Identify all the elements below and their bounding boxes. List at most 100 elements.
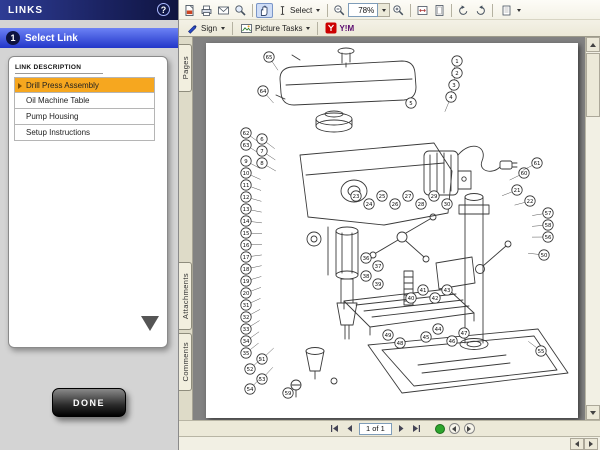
email-button[interactable]	[215, 3, 232, 18]
zoom-out-button[interactable]	[331, 3, 348, 18]
svg-text:65: 65	[266, 55, 273, 61]
next-page-icon	[396, 423, 407, 434]
print-button[interactable]	[198, 3, 215, 18]
more-tools-button[interactable]	[496, 3, 525, 18]
zoom-level-dropdown-button[interactable]	[378, 3, 390, 17]
drill-press-exploded-diagram: 6512346456263678910111213141516171819203…	[206, 43, 578, 418]
svg-text:55: 55	[538, 349, 545, 355]
sign-button[interactable]: Sign	[182, 21, 229, 36]
link-list-header: LINK DESCRIPTION	[15, 64, 103, 74]
svg-text:26: 26	[392, 202, 399, 208]
svg-text:48: 48	[397, 341, 404, 347]
svg-text:63: 63	[243, 143, 250, 149]
picture-tasks-label: Picture Tasks	[255, 24, 302, 33]
list-scroll-down-icon[interactable]	[141, 316, 159, 331]
scroll-up-button[interactable]	[586, 37, 600, 52]
svg-text:34: 34	[243, 339, 250, 345]
svg-text:37: 37	[375, 264, 382, 270]
last-page-button[interactable]	[410, 422, 424, 435]
link-item-oil-machine-table[interactable]: Oil Machine Table	[14, 93, 155, 109]
svg-text:8: 8	[260, 161, 264, 167]
previous-view-button[interactable]	[449, 423, 460, 434]
tab-attachments-label: Attachments	[181, 273, 190, 319]
rotate-right-icon	[474, 4, 487, 17]
arrow-left-icon	[452, 426, 456, 432]
toolbar-separator	[410, 4, 411, 17]
svg-text:22: 22	[527, 199, 534, 205]
fit-width-button[interactable]	[414, 3, 431, 18]
help-button[interactable]: ?	[157, 3, 170, 16]
link-item-pump-housing[interactable]: Pump Housing	[14, 109, 155, 125]
svg-text:47: 47	[461, 331, 468, 337]
zoom-in-button[interactable]	[390, 3, 407, 18]
chevron-down-icon	[306, 27, 310, 30]
hand-tool-button[interactable]	[256, 3, 273, 18]
select-tool-button[interactable]: Select	[273, 3, 324, 18]
svg-text:17: 17	[243, 255, 250, 261]
picture-tasks-icon	[240, 22, 253, 35]
svg-text:6: 6	[260, 137, 264, 143]
vertical-scrollbar[interactable]	[585, 37, 600, 420]
scroll-right-button[interactable]	[584, 438, 598, 450]
first-page-button[interactable]	[327, 422, 341, 435]
search-button[interactable]	[232, 3, 249, 18]
done-button[interactable]: DONE	[52, 388, 126, 417]
last-page-icon	[411, 423, 422, 434]
tab-pages[interactable]: Pages	[179, 44, 192, 92]
svg-text:40: 40	[408, 296, 415, 302]
svg-text:19: 19	[243, 279, 250, 285]
svg-text:24: 24	[366, 202, 373, 208]
svg-text:49: 49	[385, 333, 392, 339]
link-item-setup-instructions[interactable]: Setup Instructions	[14, 125, 155, 141]
navigation-tabs-strip: Pages Attachments Comments	[179, 37, 193, 420]
rotate-left-icon	[457, 4, 470, 17]
svg-text:32: 32	[243, 315, 250, 321]
rotate-left-button[interactable]	[455, 3, 472, 18]
links-panel: LINKS ? 1 Select Link LINK DESCRIPTION D…	[0, 0, 178, 450]
picture-tasks-button[interactable]: Picture Tasks	[236, 21, 314, 36]
create-pdf-icon	[183, 4, 196, 17]
fit-page-button[interactable]	[431, 3, 448, 18]
svg-text:23: 23	[353, 194, 360, 200]
scroll-left-button[interactable]	[570, 438, 584, 450]
page-indicator[interactable]: 1 of 1	[359, 423, 392, 435]
zoom-level-select[interactable]: 78%	[348, 3, 378, 17]
fit-page-icon	[433, 4, 446, 17]
step-bar: 1 Select Link	[0, 28, 178, 48]
view-mode-indicator[interactable]	[435, 424, 445, 434]
svg-text:60: 60	[521, 171, 528, 177]
svg-text:39: 39	[375, 282, 382, 288]
select-tool-label: Select	[290, 6, 312, 15]
create-pdf-button[interactable]	[181, 3, 198, 18]
chevron-down-icon	[382, 9, 386, 12]
svg-text:13: 13	[243, 207, 250, 213]
svg-text:11: 11	[243, 183, 250, 189]
hand-tool-icon	[258, 4, 271, 17]
vertical-scrollbar-thumb[interactable]	[586, 53, 600, 117]
svg-text:31: 31	[243, 303, 250, 309]
links-panel-title: LINKS	[8, 5, 43, 16]
sign-pen-icon	[186, 22, 199, 35]
svg-text:4: 4	[449, 95, 453, 101]
tab-comments[interactable]: Comments	[179, 333, 192, 391]
previous-page-button[interactable]	[342, 422, 356, 435]
next-view-button[interactable]	[464, 423, 475, 434]
tab-attachments[interactable]: Attachments	[179, 262, 192, 330]
pdf-viewer: Select 78%	[178, 0, 600, 450]
status-bar: 1 of 1	[179, 420, 600, 436]
rotate-right-button[interactable]	[472, 3, 489, 18]
toolbar-separator	[232, 22, 233, 35]
toolbar-separator	[317, 22, 318, 35]
yahoo-messenger-label: Y!M	[339, 24, 354, 33]
toolbar: Select 78%	[179, 0, 600, 37]
link-item-label: Drill Press Assembly	[26, 81, 99, 90]
document-area: 6512346456263678910111213141516171819203…	[193, 37, 585, 420]
yahoo-messenger-button[interactable]: Y!M	[321, 21, 358, 36]
done-button-label: DONE	[73, 398, 105, 408]
fit-width-icon	[416, 4, 429, 17]
horizontal-scrollbar[interactable]	[179, 436, 600, 450]
link-item-drill-press-assembly[interactable]: Drill Press Assembly	[14, 77, 155, 93]
next-page-button[interactable]	[395, 422, 409, 435]
svg-text:35: 35	[243, 351, 250, 357]
scroll-down-button[interactable]	[586, 405, 600, 420]
